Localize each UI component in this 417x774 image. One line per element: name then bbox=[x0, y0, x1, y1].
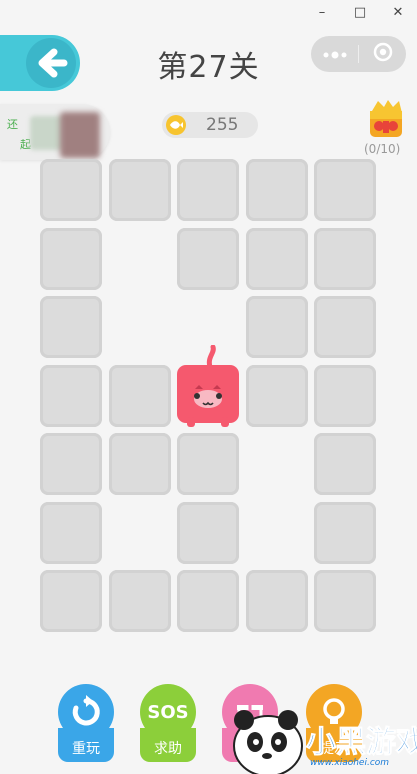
board-tile[interactable] bbox=[314, 228, 376, 290]
board-tile[interactable] bbox=[246, 159, 308, 221]
board-tile[interactable] bbox=[40, 570, 102, 632]
board-tile[interactable] bbox=[40, 433, 102, 495]
coin-balance: 255 bbox=[162, 112, 258, 138]
window-controls: – □ ✕ bbox=[303, 0, 417, 24]
board-tile[interactable] bbox=[246, 296, 308, 358]
board-tile[interactable] bbox=[177, 570, 239, 632]
more-dots-icon bbox=[322, 45, 348, 64]
board-tile[interactable] bbox=[40, 296, 102, 358]
replay-button[interactable]: 重玩 bbox=[58, 684, 114, 774]
board-tile[interactable] bbox=[177, 159, 239, 221]
close-window-button[interactable]: ✕ bbox=[379, 0, 417, 24]
watermark-domain: www.xiaohei.com bbox=[310, 758, 390, 768]
board-tile[interactable] bbox=[177, 228, 239, 290]
exit-miniapp-button[interactable] bbox=[359, 36, 406, 72]
replay-label: 重玩 bbox=[58, 728, 114, 762]
board-tile[interactable] bbox=[177, 433, 239, 495]
board-tile[interactable] bbox=[40, 159, 102, 221]
board-tile[interactable] bbox=[314, 159, 376, 221]
chest-progress: (0/10) bbox=[364, 142, 401, 156]
promo-banner[interactable]: 还 起 bbox=[0, 104, 110, 160]
maximize-button[interactable]: □ bbox=[341, 0, 379, 24]
miniapp-capsule bbox=[311, 36, 406, 72]
board-tile[interactable] bbox=[246, 570, 308, 632]
minimize-button[interactable]: – bbox=[303, 0, 341, 24]
board-tile[interactable] bbox=[314, 433, 376, 495]
board-tile[interactable] bbox=[177, 502, 239, 564]
promo-text-1: 还 bbox=[7, 118, 18, 131]
svg-text:小黑游戏: 小黑游戏 bbox=[306, 725, 417, 760]
board-tile[interactable] bbox=[314, 502, 376, 564]
cat-player[interactable] bbox=[177, 344, 239, 433]
sos-label: 求助 bbox=[140, 728, 196, 762]
board-tile[interactable] bbox=[109, 433, 171, 495]
board-tile[interactable] bbox=[314, 296, 376, 358]
board-tile[interactable] bbox=[109, 570, 171, 632]
board-tile[interactable] bbox=[246, 365, 308, 427]
promo-image bbox=[30, 116, 64, 150]
board-tile[interactable] bbox=[40, 365, 102, 427]
board-tile[interactable] bbox=[109, 159, 171, 221]
board-tile[interactable] bbox=[314, 365, 376, 427]
board-tile[interactable] bbox=[40, 502, 102, 564]
board-tile[interactable] bbox=[314, 570, 376, 632]
board-tile[interactable] bbox=[246, 228, 308, 290]
board-tile[interactable] bbox=[40, 228, 102, 290]
target-circle-icon bbox=[373, 42, 393, 66]
coin-count: 255 bbox=[206, 115, 239, 135]
sos-button[interactable]: SOS 求助 bbox=[140, 684, 196, 774]
more-menu-button[interactable] bbox=[311, 36, 358, 72]
treasure-chest-icon[interactable] bbox=[366, 97, 406, 139]
promo-avatar bbox=[60, 112, 100, 158]
fish-coin-icon bbox=[166, 115, 186, 135]
board-tile[interactable] bbox=[109, 365, 171, 427]
